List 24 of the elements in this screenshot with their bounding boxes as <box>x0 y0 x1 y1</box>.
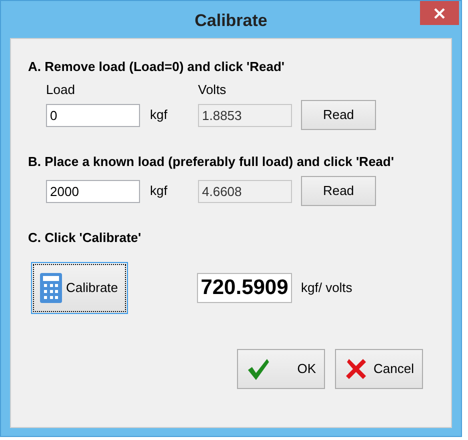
read-button[interactable]: Read <box>301 176 376 206</box>
field-label: Volts <box>198 81 226 96</box>
ok-button[interactable]: OK <box>237 349 325 389</box>
window-title: Calibrate <box>194 10 268 32</box>
cancel-button[interactable]: Cancel <box>335 349 423 389</box>
unit-label: kgf <box>150 182 168 200</box>
field-label: Load <box>46 81 76 96</box>
checkmark-icon <box>246 357 270 381</box>
readout-field[interactable]: 1.8853 <box>198 104 292 126</box>
cross-icon <box>344 357 368 381</box>
unit-label: kgf/ volts <box>301 279 352 298</box>
unit-label: kgf <box>150 106 168 124</box>
section-heading: C. Click 'Calibrate' <box>28 229 142 246</box>
input-field[interactable]: 0 <box>46 104 140 126</box>
close-button[interactable] <box>420 1 459 25</box>
section-heading: A. Remove load (Load=0) and click 'Read' <box>28 58 286 75</box>
result-value: 720.5909 <box>197 273 292 303</box>
calculator-icon <box>40 273 62 303</box>
input-field[interactable]: 2000 <box>46 180 140 202</box>
read-button[interactable]: Read <box>301 100 376 130</box>
readout-field[interactable]: 4.6608 <box>198 180 292 202</box>
close-icon <box>434 8 445 18</box>
calibrate-button[interactable]: Calibrate <box>31 262 128 314</box>
section-heading: B. Place a known load (preferably full load) and click 'Read' <box>28 153 395 170</box>
